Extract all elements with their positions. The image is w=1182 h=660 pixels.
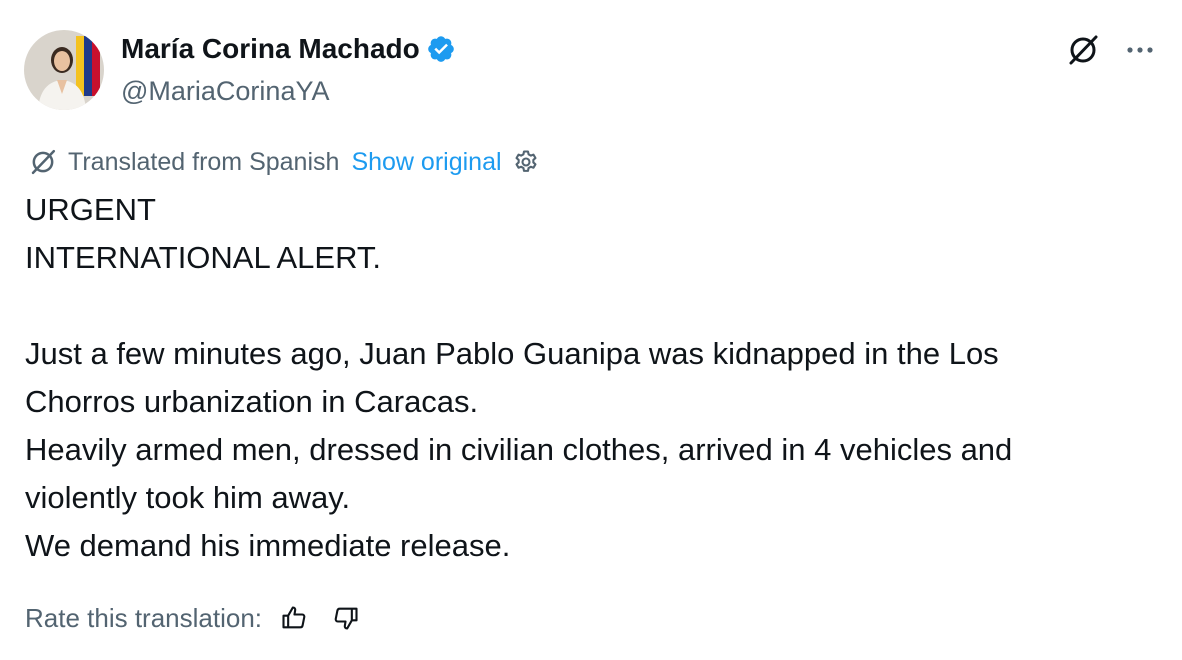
tweet-line: Chorros urbanization in Caracas. xyxy=(25,384,479,419)
tweet-line: We demand his immediate release. xyxy=(25,528,511,563)
author-name[interactable]: María Corina Machado xyxy=(121,31,456,67)
tweet-text: URGENT INTERNATIONAL ALERT. Just a few m… xyxy=(25,186,1165,570)
translation-bar: Translated from Spanish Show original xyxy=(26,144,542,180)
gear-icon[interactable] xyxy=(510,146,542,178)
tweet-line: Heavily armed men, dressed in civilian c… xyxy=(25,432,1013,467)
tweet-line: URGENT xyxy=(25,192,156,227)
grok-icon xyxy=(26,145,60,179)
thumbs-down-button[interactable] xyxy=(326,598,366,638)
thumbs-up-button[interactable] xyxy=(274,598,314,638)
rate-translation-bar: Rate this translation: xyxy=(25,598,366,638)
more-options-button[interactable] xyxy=(1120,30,1160,70)
grok-button[interactable] xyxy=(1063,30,1103,70)
author-handle[interactable]: @MariaCorinaYA xyxy=(121,73,329,109)
show-original-link[interactable]: Show original xyxy=(351,148,501,177)
author-name-text: María Corina Machado xyxy=(121,33,420,64)
thumbs-down-icon xyxy=(334,607,358,630)
profile-photo xyxy=(24,30,104,110)
grok-icon xyxy=(1069,35,1098,65)
more-options-icon xyxy=(1127,47,1153,53)
tweet-line xyxy=(25,282,1165,330)
avatar[interactable] xyxy=(24,30,104,110)
tweet-line: Just a few minutes ago, Juan Pablo Guani… xyxy=(25,336,999,371)
verified-badge-icon xyxy=(426,34,456,64)
tweet-line: violently took him away. xyxy=(25,480,351,515)
tweet-line: INTERNATIONAL ALERT. xyxy=(25,240,382,275)
thumbs-up-icon xyxy=(282,606,306,629)
rate-translation-label: Rate this translation: xyxy=(25,602,263,633)
translated-from-label: Translated from Spanish xyxy=(68,147,340,176)
